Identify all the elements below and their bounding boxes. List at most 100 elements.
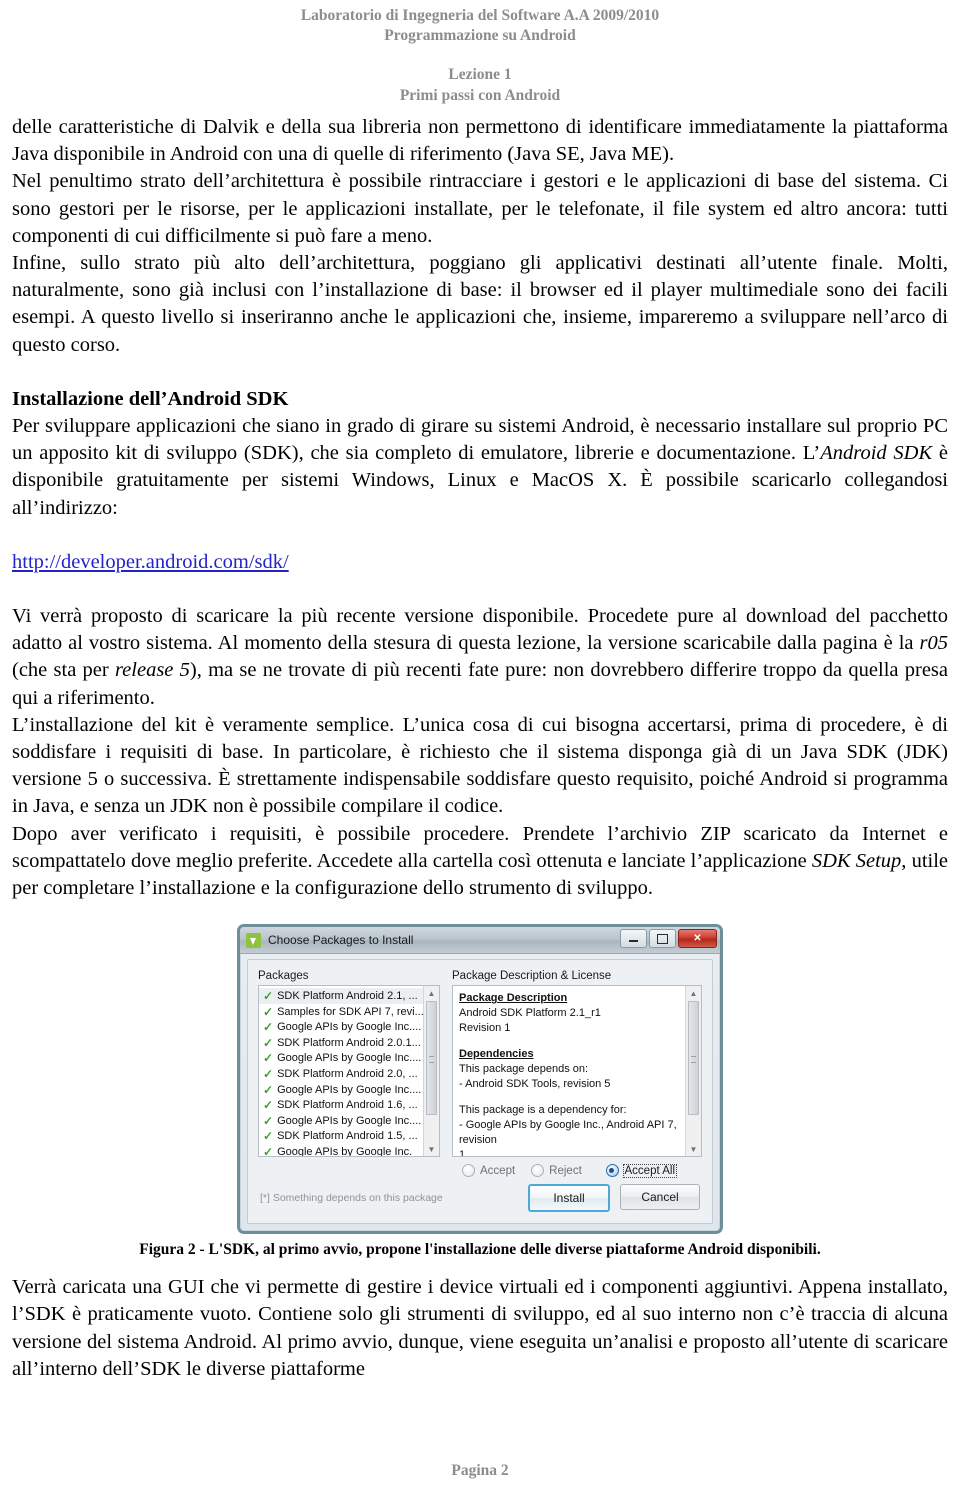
choose-packages-dialog: Choose Packages to Install ✕ Packages ✓ S… xyxy=(237,924,723,1235)
sdk-download-link[interactable]: http://developer.android.com/sdk/ xyxy=(12,551,289,573)
paragraph-5-part-b: (che sta per xyxy=(12,659,115,682)
package-label: SDK Platform Android 2.0, ... xyxy=(277,1068,418,1081)
figure-caption: Figura 2 - L'SDK, al primo avvio, propon… xyxy=(139,1241,821,1259)
check-icon: ✓ xyxy=(263,1129,274,1144)
description-scrollbar[interactable]: ▲ ▼ xyxy=(685,986,701,1157)
packages-listbox[interactable]: ✓ SDK Platform Android 2.1, ... ✓ Samples … xyxy=(258,985,440,1158)
package-label: SDK Platform Android 2.1, ... xyxy=(277,990,418,1003)
check-icon: ✓ xyxy=(263,1035,274,1050)
lesson-subtitle: Primi passi con Android xyxy=(399,87,561,104)
description-box: Package Description Android SDK Platform… xyxy=(452,985,702,1158)
scroll-up-icon[interactable]: ▲ xyxy=(686,986,701,1001)
paragraph-6: L’installazione del kit è veramente semp… xyxy=(12,713,948,818)
running-header: Laboratorio di Ingegneria del Software A… xyxy=(12,0,948,46)
list-item[interactable]: ✓ Google APIs by Google Inc.... xyxy=(259,1082,423,1098)
package-label: SDK Platform Android 1.5, ... xyxy=(277,1130,418,1143)
description-heading-1: Package Description xyxy=(459,992,568,1005)
packages-label: Packages xyxy=(258,970,309,983)
check-icon: ✓ xyxy=(263,1004,274,1019)
description-text: Package Description Android SDK Platform… xyxy=(453,986,685,1156)
sdk-url-paragraph: http://developer.android.com/sdk/ xyxy=(12,549,948,576)
check-icon: ✓ xyxy=(263,1145,274,1157)
list-item[interactable]: ✓ SDK Platform Android 2.1, ... xyxy=(259,988,423,1004)
list-item[interactable]: ✓ Google APIs by Google Inc.... xyxy=(259,1113,423,1129)
scroll-down-icon[interactable]: ▼ xyxy=(424,1142,439,1157)
list-item[interactable]: ✓ SDK Platform Android 1.6, ... xyxy=(259,1097,423,1113)
package-label: Samples for SDK API 7, revi... xyxy=(277,1005,423,1018)
description-line-5: This package is a dependency for: xyxy=(459,1104,627,1117)
package-label: Google APIs by Google Inc.... xyxy=(277,1083,422,1096)
header-line-2: Programmazione su Android xyxy=(384,27,576,44)
maximize-icon[interactable] xyxy=(649,929,676,949)
description-line-1: Android SDK Platform 2.1_r1 xyxy=(459,1007,601,1020)
android-sdk-icon xyxy=(246,932,261,948)
paragraph-8: Verrà caricata una GUI che vi permette d… xyxy=(12,1276,948,1380)
check-icon: ✓ xyxy=(263,1067,274,1082)
check-icon: ✓ xyxy=(263,989,274,1004)
document-body: delle caratteristiche di Dalvik e della … xyxy=(12,114,948,902)
list-item[interactable]: ✓ Google APIs by Google Inc. xyxy=(259,1144,423,1156)
section-heading-sdk: Installazione dell’Android SDK xyxy=(12,387,289,410)
paragraph-3: Infine, sullo strato più alto dell’archi… xyxy=(12,252,948,356)
package-label: Google APIs by Google Inc.... xyxy=(277,1021,422,1034)
paragraph-7-part-a: Dopo aver verificato i requisiti, è poss… xyxy=(12,822,948,872)
packages-scrollbar[interactable]: ▲ ▼ xyxy=(423,986,439,1157)
dependency-note: [*] Something depends on this package xyxy=(260,1192,443,1205)
list-item[interactable]: ✓ SDK Platform Android 2.0.1... xyxy=(259,1035,423,1051)
package-label: Google APIs by Google Inc.... xyxy=(277,1052,422,1065)
list-item[interactable]: ✓ Google APIs by Google Inc.... xyxy=(259,1019,423,1035)
list-item[interactable]: ✓ SDK Platform Android 1.5, ... xyxy=(259,1129,423,1145)
page-number: Pagina 2 xyxy=(451,1462,509,1479)
package-label: SDK Platform Android 2.0.1... xyxy=(277,1036,421,1049)
check-icon: ✓ xyxy=(263,1051,274,1066)
paragraph-4: Per sviluppare applicazioni che siano in… xyxy=(12,413,948,522)
description-line-2: Revision 1 xyxy=(459,1022,511,1035)
dialog-panes: Packages ✓ SDK Platform Android 2.1, ... … xyxy=(248,960,712,1178)
scroll-down-icon[interactable]: ▼ xyxy=(686,1142,701,1157)
window-controls: ✕ xyxy=(620,929,717,949)
install-button[interactable]: Install xyxy=(528,1184,610,1213)
package-label: SDK Platform Android 1.6, ... xyxy=(277,1099,418,1112)
scrollbar-thumb[interactable] xyxy=(426,1001,437,1116)
dialog-footer: [*] Something depends on this package In… xyxy=(248,1173,712,1223)
description-line-3: This package depends on: xyxy=(459,1063,589,1076)
paragraph-5-part-a: Vi verrà proposto di scaricare la più re… xyxy=(12,605,948,655)
scroll-up-icon[interactable]: ▲ xyxy=(424,986,439,1001)
document-page: Laboratorio di Ingegneria del Software A… xyxy=(0,0,960,1494)
close-icon[interactable]: ✕ xyxy=(678,929,717,949)
dialog-title: Choose Packages to Install xyxy=(268,933,414,948)
paragraph-7: Dopo aver verificato i requisiti, è poss… xyxy=(12,821,948,903)
description-heading-2: Dependencies xyxy=(459,1048,534,1061)
paragraph-1: delle caratteristiche di Dalvik e della … xyxy=(12,116,948,166)
list-item[interactable]: ✓ SDK Platform Android 2.0, ... xyxy=(259,1066,423,1082)
packages-pane: Packages ✓ SDK Platform Android 2.1, ... … xyxy=(258,970,440,1177)
dialog-titlebar[interactable]: Choose Packages to Install ✕ xyxy=(240,927,720,955)
check-icon: ✓ xyxy=(263,1098,274,1113)
description-line-7: 1 xyxy=(459,1149,466,1158)
paragraph-5-emphasis-1: r05 xyxy=(919,632,948,655)
check-icon: ✓ xyxy=(263,1113,274,1128)
packages-list: ✓ SDK Platform Android 2.1, ... ✓ Samples … xyxy=(259,986,423,1156)
description-line-6: - Google APIs by Google Inc., Android AP… xyxy=(459,1119,677,1147)
dialog-content: Packages ✓ SDK Platform Android 2.1, ... … xyxy=(247,959,713,1225)
list-item[interactable]: ✓ Google APIs by Google Inc.... xyxy=(259,1051,423,1067)
list-item[interactable]: ✓ Samples for SDK API 7, revi... xyxy=(259,1004,423,1020)
package-label: Google APIs by Google Inc.... xyxy=(277,1114,422,1127)
lesson-heading: Lezione 1 Primi passi con Android xyxy=(12,64,948,106)
paragraph-4-part-a: Per sviluppare applicazioni che siano in… xyxy=(12,415,948,465)
figure-image: Choose Packages to Install ✕ Packages ✓ S… xyxy=(12,924,948,1235)
paragraph-5: Vi verrà proposto di scaricare la più re… xyxy=(12,603,948,712)
paragraph-4-emphasis: Android SDK xyxy=(820,442,933,465)
document-body-continued: Verrà caricata una GUI che vi permette d… xyxy=(12,1274,948,1383)
description-label: Package Description & License xyxy=(452,970,612,983)
dialog-action-buttons: Install Cancel xyxy=(528,1184,700,1213)
lesson-title: Lezione 1 xyxy=(448,66,512,83)
scrollbar-thumb[interactable] xyxy=(688,1001,699,1116)
package-label: Google APIs by Google Inc. xyxy=(277,1146,413,1157)
description-pane: Package Description & License Package De… xyxy=(452,970,702,1178)
description-line-4: - Android SDK Tools, revision 5 xyxy=(459,1078,611,1091)
minimize-icon[interactable] xyxy=(620,929,647,949)
check-icon: ✓ xyxy=(263,1082,274,1097)
cancel-button[interactable]: Cancel xyxy=(620,1184,700,1211)
paragraph-2: Nel penultimo strato dell’architettura è… xyxy=(12,170,948,247)
